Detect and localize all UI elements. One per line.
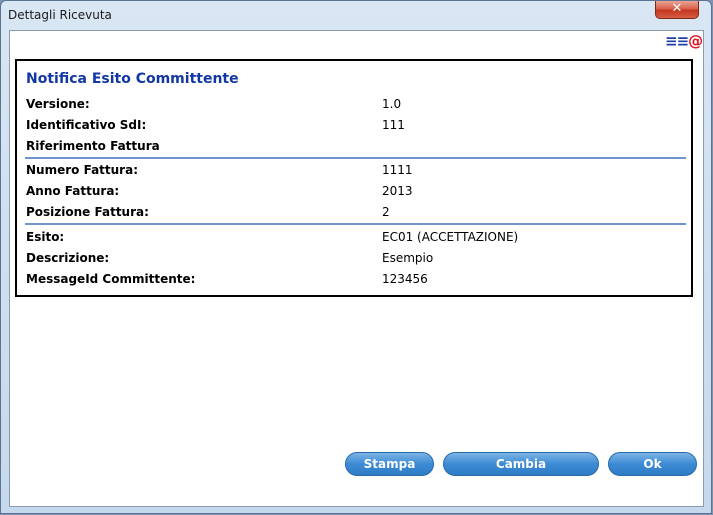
change-view-button[interactable]: Cambia visualizzazione [443,452,599,493]
window-title: Dettagli Ricevuta [8,8,112,22]
row-label: Posizione Fattura: [26,205,149,219]
row-versione: Versione: 1.0 [26,97,666,115]
row-value: EC01 (ACCETTAZIONE) [382,230,519,244]
print-button[interactable]: Stampa [345,452,434,476]
row-posizione-fattura: Posizione Fattura: 2 [26,205,666,223]
section-separator [25,223,686,225]
row-label: Anno Fattura: [26,184,120,198]
row-label: Identificativo SdI: [26,118,147,132]
logo-at: @ [688,32,704,50]
row-label: Descrizione: [26,251,110,265]
row-value: 123456 [382,272,428,286]
logo-lines: ≡≡ [665,32,689,50]
row-messageid-committente: MessageId Committente: 123456 [26,272,666,290]
close-icon: ✕ [671,1,683,16]
row-value: 2013 [382,184,413,198]
row-label: Esito: [26,230,65,244]
row-riferimento-fattura: Riferimento Fattura [26,139,666,157]
row-value: 2 [382,205,390,219]
row-label: Numero Fattura: [26,163,138,177]
row-anno-fattura: Anno Fattura: 2013 [26,184,666,202]
row-value: Esempio [382,251,434,265]
row-descrizione: Descrizione: Esempio [26,251,666,269]
section-separator [25,157,686,159]
row-esito: Esito: EC01 (ACCETTAZIONE) [26,230,666,248]
card-title: Notifica Esito Committente [26,71,239,87]
row-numero-fattura: Numero Fattura: 1111 [26,163,666,181]
receipt-details-dialog: Dettagli Ricevuta ✕ ≡≡@ Notifica Esito C… [0,0,712,514]
row-value: 1111 [382,163,413,177]
close-button[interactable]: ✕ [655,1,699,19]
row-label: Riferimento Fattura [26,139,160,153]
row-value: 111 [382,118,405,132]
ok-button[interactable]: Ok [608,452,697,476]
sdi-logo-icon: ≡≡@ [665,32,703,50]
row-label: MessageId Committente: [26,272,196,286]
receipt-card: Notifica Esito Committente Versione: 1.0… [15,59,693,297]
row-label: Versione: [26,97,90,111]
row-identificativo-sdi: Identificativo SdI: 111 [26,118,666,136]
dialog-content: ≡≡@ Notifica Esito Committente Versione:… [9,30,704,507]
row-value: 1.0 [382,97,402,111]
